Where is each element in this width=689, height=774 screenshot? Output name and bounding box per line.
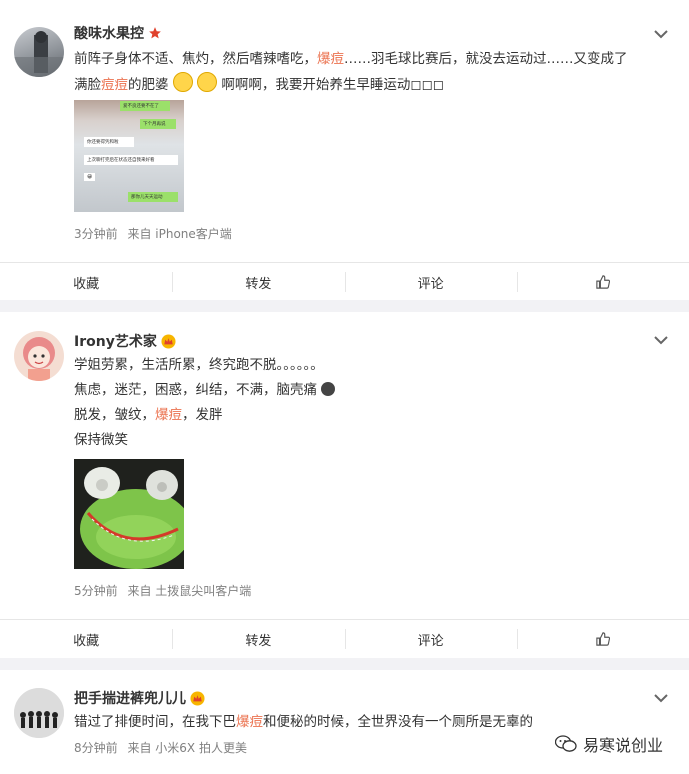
comment-button[interactable]: 评论 <box>344 263 517 301</box>
post-text-line: 保持微笑 <box>74 432 128 448</box>
post-source[interactable]: 来自 小米6X 拍人更美 <box>127 741 247 755</box>
crown-badge-icon <box>190 690 205 706</box>
highlight-keyword[interactable]: 爆痘 <box>317 51 344 67</box>
chat-bubble: 爱不良还要不在了 <box>120 101 170 111</box>
chat-bubble: 那你儿天天运动 <box>128 192 178 202</box>
avatar[interactable] <box>14 688 64 738</box>
post-time[interactable]: 3分钟前 <box>74 227 118 241</box>
action-bar: 收藏 转发 评论 <box>0 262 689 301</box>
chat-bubble: 😀 <box>84 173 96 181</box>
avatar[interactable] <box>14 331 64 381</box>
repost-button[interactable]: 转发 <box>172 620 344 658</box>
chevron-down-icon[interactable] <box>653 332 669 348</box>
post-image-frog-plush[interactable] <box>74 459 184 569</box>
collect-button[interactable]: 收藏 <box>0 620 172 658</box>
chevron-down-icon[interactable] <box>653 26 669 42</box>
post-card: 酸味水果控 前阵子身体不适、焦灼，然后嗜辣嗜吃，爆痘……羽毛球比赛后，就没去运动… <box>0 0 689 300</box>
comment-button[interactable]: 评论 <box>344 620 517 658</box>
chat-bubble: 上次聊打完后在状态还自我来好看 <box>84 155 178 165</box>
username-text[interactable]: Irony艺术家 <box>74 331 157 351</box>
post-text-line: 满脸痘痘的肥婆 啊啊啊，我要开始养生早睡运动◻◻◻ <box>74 72 669 97</box>
post-text-line: 学姐劳累，生活所累，终究跑不脱。。。。。。 <box>74 357 324 373</box>
frown-emoji-icon <box>321 382 336 396</box>
action-bar: 收藏 转发 评论 <box>0 619 689 658</box>
repost-button[interactable]: 转发 <box>172 263 344 301</box>
post-meta: 3分钟前 来自 iPhone客户端 <box>74 225 238 242</box>
highlight-keyword[interactable]: 爆痘 <box>155 407 182 423</box>
avatar[interactable] <box>14 27 64 77</box>
wechat-icon <box>554 735 577 752</box>
highlight-keyword[interactable]: 痘痘 <box>101 77 128 93</box>
post-time[interactable]: 8分钟前 <box>74 741 118 755</box>
sweat-smile-emoji-icon <box>172 72 193 92</box>
thumbs-up-icon <box>596 275 610 289</box>
watermark-text: 易寒说创业 <box>582 736 663 755</box>
watermark: 易寒说创业 <box>550 730 667 758</box>
like-button[interactable] <box>516 263 689 301</box>
username[interactable]: 把手揣进裤兜儿儿 <box>74 688 205 708</box>
username-text[interactable]: 把手揣进裤兜儿儿 <box>74 688 186 708</box>
username-text[interactable]: 酸味水果控 <box>74 23 144 43</box>
thumbs-up-icon <box>596 632 610 646</box>
highlight-keyword[interactable]: 爆痘 <box>236 714 263 730</box>
like-button[interactable] <box>516 620 689 658</box>
star-badge-icon <box>148 26 162 40</box>
username[interactable]: Irony艺术家 <box>74 331 176 351</box>
post-source[interactable]: 来自 土拨鼠尖叫客户端 <box>127 584 251 598</box>
post-text-line: 脱发，皱纹，爆痘，发胖 <box>74 407 223 423</box>
crown-badge-icon <box>161 333 176 349</box>
post-time[interactable]: 5分钟前 <box>74 584 118 598</box>
chevron-down-icon[interactable] <box>653 690 669 706</box>
post-image-chat-screenshot[interactable]: 爱不良还要不在了 下个月再说 你还要得凭和啦 上次聊打完后在状态还自我来好看 😀… <box>74 100 184 212</box>
post-source[interactable]: 来自 iPhone客户端 <box>127 227 231 241</box>
post-meta: 5分钟前 来自 土拨鼠尖叫客户端 <box>74 582 257 599</box>
collect-button[interactable]: 收藏 <box>0 263 172 301</box>
post-card: Irony艺术家 学姐劳累，生活所累，终究跑不脱。。。。。。 焦虑，迷茫，困惑，… <box>0 312 689 658</box>
username[interactable]: 酸味水果控 <box>74 23 162 43</box>
post-card: 把手揣进裤兜儿儿 错过了排便时间，在我下巴爆痘和便秘的时候，全世界没有一个厕所是… <box>0 670 689 774</box>
grin-emoji-icon <box>197 72 218 92</box>
chat-bubble: 下个月再说 <box>140 119 176 129</box>
post-text-line: 焦虑，迷茫，困惑，纠结，不满，脑壳痛 <box>74 378 669 402</box>
post-meta: 8分钟前 来自 小米6X 拍人更美 <box>74 739 253 756</box>
chat-bubble: 你还要得凭和啦 <box>84 137 134 147</box>
post-text-line: 前阵子身体不适、焦灼，然后嗜辣嗜吃，爆痘……羽毛球比赛后，就没去运动过……又变成… <box>74 51 628 67</box>
